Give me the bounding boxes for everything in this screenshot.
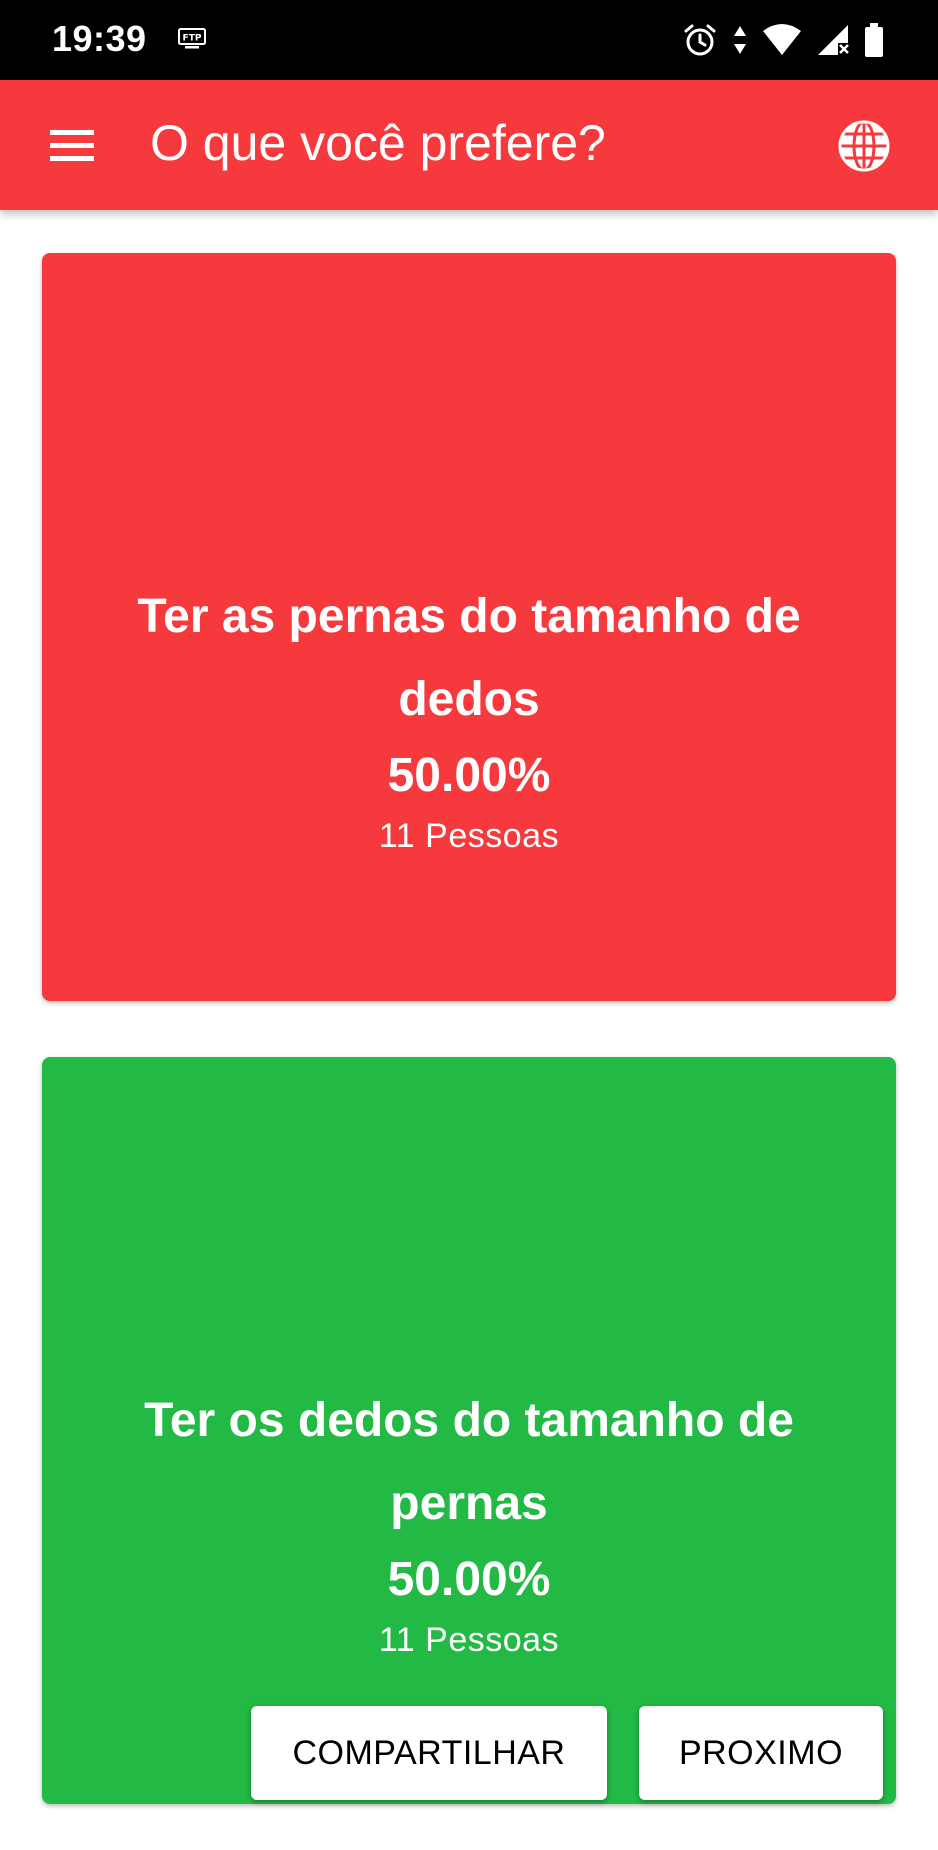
wifi-icon — [763, 24, 801, 55]
globe-icon[interactable] — [836, 118, 892, 174]
option-text: Ter as pernas do tamanho de dedos — [137, 590, 801, 726]
app-bar: O que você prefere? — [0, 80, 938, 210]
battery-icon — [865, 23, 883, 57]
option-card-1-content: Ter as pernas do tamanho de dedos 50.00%… — [42, 575, 896, 861]
page-title: O que você prefere? — [150, 115, 606, 171]
signal-icon — [818, 25, 849, 55]
share-button[interactable]: COMPARTILHAR — [251, 1706, 607, 1800]
menu-icon[interactable] — [44, 120, 102, 170]
status-icons — [682, 20, 884, 60]
svg-text:FTP: FTP — [183, 34, 202, 44]
status-time: 19:39 — [52, 18, 147, 59]
option-percent: 50.00% — [387, 749, 551, 802]
option-vote-count: 11 Pessoas — [378, 817, 560, 855]
status-bar: 19:39 FTP — [0, 0, 938, 80]
next-button[interactable]: PROXIMO — [639, 1706, 883, 1800]
option-text: Ter os dedos do tamanho de pernas — [144, 1394, 794, 1530]
option-card-2[interactable]: Ter os dedos do tamanho de pernas 50.00%… — [42, 1057, 896, 1804]
ftp-icon: FTP — [178, 28, 206, 49]
alarm-icon — [684, 24, 716, 56]
data-arrows-icon — [734, 26, 746, 54]
option-card-2-content: Ter os dedos do tamanho de pernas 50.00%… — [42, 1379, 896, 1665]
option-vote-count: 11 Pessoas — [378, 1621, 560, 1659]
option-card-1[interactable]: Ter as pernas do tamanho de dedos 50.00%… — [42, 253, 896, 1001]
option-percent: 50.00% — [387, 1553, 551, 1606]
